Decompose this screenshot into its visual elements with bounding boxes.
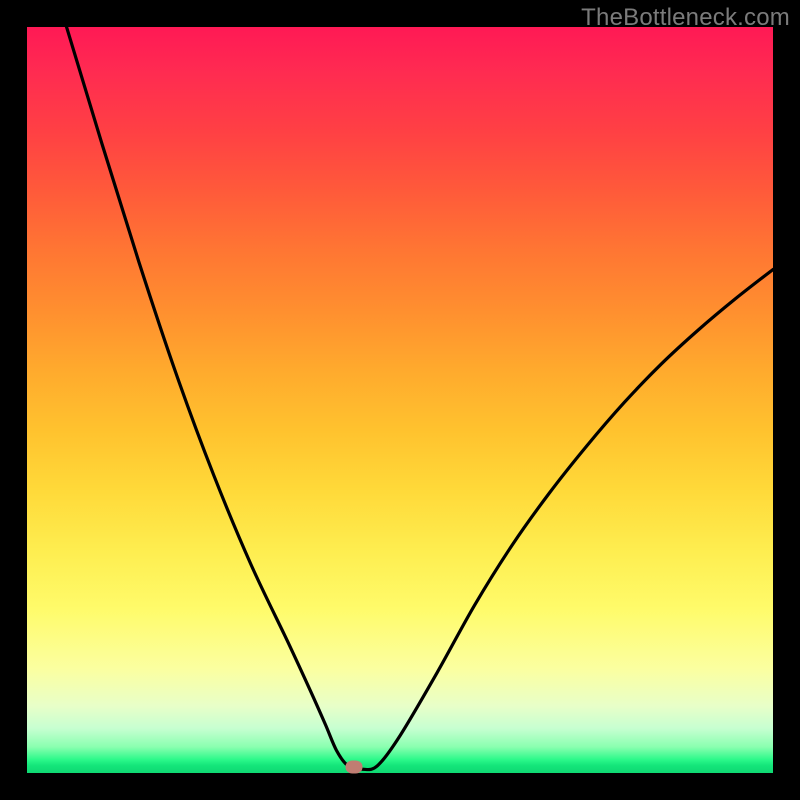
optimal-point-marker <box>345 761 362 774</box>
curve-layer <box>27 27 773 773</box>
chart-frame: TheBottleneck.com <box>0 0 800 800</box>
bottleneck-curve <box>27 0 773 770</box>
watermark-text: TheBottleneck.com <box>581 4 790 32</box>
